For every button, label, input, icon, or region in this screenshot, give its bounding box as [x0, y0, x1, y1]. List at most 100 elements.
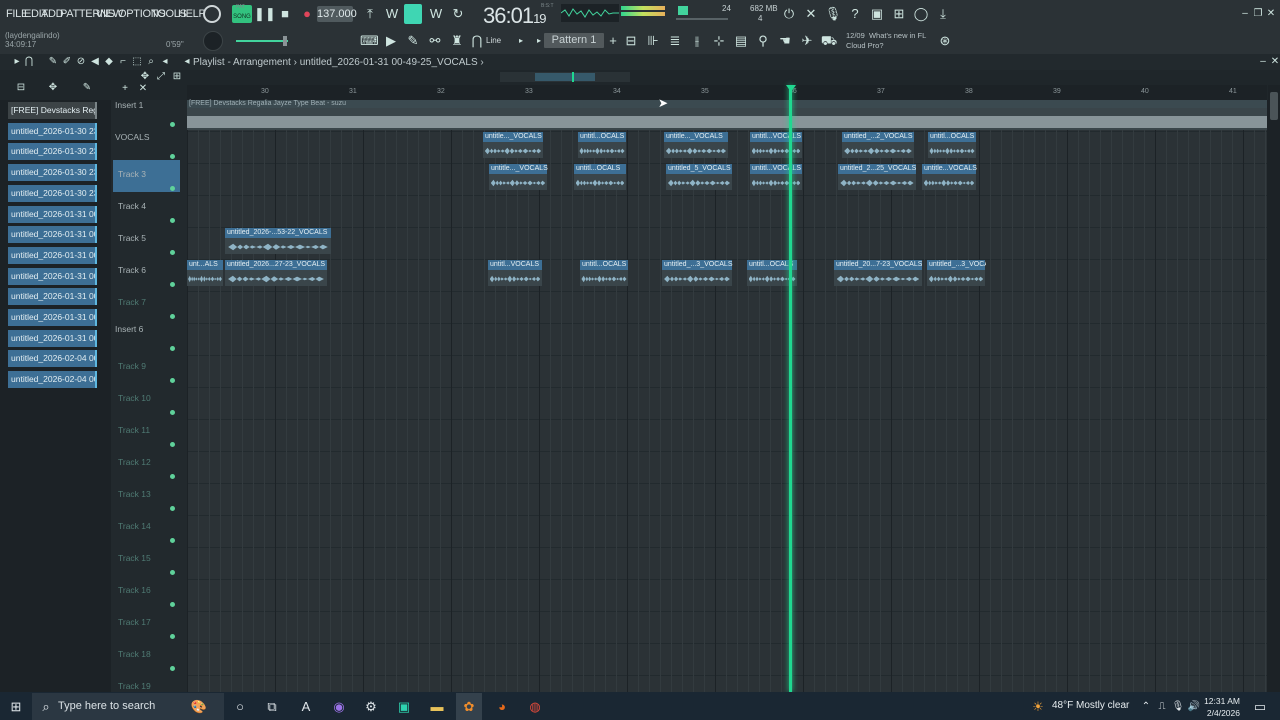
- audio-clip[interactable]: untitl...OCALS: [928, 132, 976, 158]
- remove-track-icon[interactable]: ✕: [134, 80, 152, 98]
- firefox-icon[interactable]: ◕: [494, 699, 510, 715]
- weather-text[interactable]: 48°F Mostly clear: [1052, 700, 1129, 711]
- audio-clip[interactable]: untitled_5_VOCALS: [666, 164, 732, 190]
- track-name[interactable]: Track 7: [118, 297, 146, 307]
- browser-item[interactable]: untitled_2026-01-31 00-...: [8, 309, 97, 326]
- track-mute-led[interactable]: [170, 218, 175, 223]
- audio-clip[interactable]: untitl...OCALS: [574, 164, 626, 190]
- audio-clip[interactable]: untitle..._VOCALS: [664, 132, 728, 158]
- track-name[interactable]: Track 4: [118, 201, 146, 211]
- plug-icon[interactable]: ⚲: [754, 32, 772, 50]
- track-name[interactable]: Track 19: [118, 681, 151, 691]
- add-pattern-icon[interactable]: +: [604, 32, 622, 50]
- slider-handle[interactable]: [283, 36, 287, 46]
- track-name[interactable]: Track 15: [118, 553, 151, 563]
- metronome-dial-icon[interactable]: [203, 5, 221, 23]
- file-explorer-icon[interactable]: ▬: [429, 699, 445, 715]
- windows-start-icon[interactable]: ⊞: [8, 699, 24, 715]
- midi-icon[interactable]: ⊞: [890, 5, 908, 23]
- magnet-icon[interactable]: ⋂: [468, 32, 486, 50]
- browser-item[interactable]: untitled_2026-01-31 00-...: [8, 205, 97, 223]
- cart-icon[interactable]: ⛟: [820, 32, 838, 50]
- playlist-close-icon[interactable]: ✕: [1266, 53, 1280, 71]
- audio-clip[interactable]: untitle..._VOCALS: [483, 132, 543, 158]
- fl-studio-icon[interactable]: ✿: [461, 699, 477, 715]
- audio-clip[interactable]: untitled_2...25_VOCALS: [838, 164, 916, 190]
- browser-item[interactable]: untitled_2026-01-31 00-...: [8, 267, 97, 285]
- browser-item[interactable]: untitled_2026-01-31 00-...: [8, 329, 97, 347]
- master-pitch-slider[interactable]: [236, 40, 288, 42]
- track-lane[interactable]: [187, 516, 1267, 548]
- browser-item[interactable]: untitled_2026-01-30 23-...: [8, 164, 97, 182]
- bird-icon[interactable]: ✈: [798, 32, 816, 50]
- channel-rack-icon[interactable]: ⊪: [644, 32, 662, 50]
- browser-item[interactable]: untitled_2026-01-31 00-...: [8, 246, 97, 264]
- track-mute-led[interactable]: [170, 282, 175, 287]
- overview-thumb[interactable]: [535, 73, 595, 81]
- close-window-icon[interactable]: ✕: [1262, 5, 1280, 23]
- loop-record-icon[interactable]: ↻: [449, 5, 467, 23]
- snap-arrow-icon[interactable]: ▸: [512, 32, 530, 50]
- audio-clip[interactable]: untitle..._VOCALS: [489, 164, 548, 190]
- audio-clip[interactable]: untitl...VOCALS: [750, 132, 802, 158]
- playhead[interactable]: [789, 85, 792, 692]
- record-icon[interactable]: ●: [298, 5, 316, 23]
- track-mute-led[interactable]: [170, 570, 175, 575]
- track-lane[interactable]: [187, 292, 1267, 324]
- tempo-display[interactable]: 137.000: [317, 6, 357, 22]
- audio-clip[interactable]: untitl...OCALS: [580, 260, 628, 286]
- browser-toggle-icon[interactable]: ⊟: [12, 79, 30, 97]
- app-teal-icon[interactable]: ▣: [396, 699, 412, 715]
- snap-selector[interactable]: Line: [486, 36, 501, 45]
- track-mute-led[interactable]: [170, 378, 175, 383]
- track-lane[interactable]: [187, 612, 1267, 644]
- chat-icon[interactable]: ◯: [912, 5, 930, 23]
- vertical-scroll-thumb[interactable]: [1270, 92, 1278, 120]
- add-track-icon[interactable]: +: [116, 80, 134, 98]
- playlist-icon[interactable]: ⊟: [622, 32, 640, 50]
- paint-icon[interactable]: ✎: [404, 32, 422, 50]
- pause-icon[interactable]: ❚❚: [254, 5, 276, 23]
- step-edit-icon[interactable]: W: [383, 5, 401, 23]
- track-name[interactable]: Track 18: [118, 649, 151, 659]
- audio-clip[interactable]: untitl...VOCALS: [488, 260, 542, 286]
- discord-icon[interactable]: ◉: [331, 699, 347, 715]
- track-lane[interactable]: [187, 676, 1267, 692]
- track-lane[interactable]: [187, 228, 1267, 260]
- track-mute-led[interactable]: [170, 666, 175, 671]
- piano-roll-icon[interactable]: ⌨: [360, 32, 379, 50]
- track-name[interactable]: Track 12: [118, 457, 151, 467]
- track-mute-led[interactable]: [170, 346, 175, 351]
- mic-tray-icon[interactable]: 🎙: [1170, 699, 1186, 715]
- countdown-toggle[interactable]: [404, 4, 422, 24]
- menu-help[interactable]: HELP: [178, 8, 206, 20]
- track-mute-led[interactable]: [170, 410, 175, 415]
- track-lane[interactable]: [187, 388, 1267, 420]
- track-name[interactable]: Track 3: [118, 169, 146, 179]
- task-view-icon[interactable]: ⧉: [264, 699, 280, 715]
- mixer-icon[interactable]: ≣: [666, 32, 684, 50]
- microphone-icon[interactable]: 🎙: [824, 5, 842, 23]
- blend-notes-icon[interactable]: W: [427, 5, 445, 23]
- audio-clip[interactable]: untitl...VOCALS: [750, 164, 802, 190]
- track-mute-led[interactable]: [170, 602, 175, 607]
- taskbar-clock[interactable]: 12:31 AM 2/4/2026: [1200, 695, 1240, 719]
- track-lane[interactable]: [187, 580, 1267, 612]
- track-lane[interactable]: [187, 196, 1267, 228]
- track-mute-led[interactable]: [170, 442, 175, 447]
- track-mute-led[interactable]: [170, 634, 175, 639]
- pl-magnet-icon[interactable]: ⋂: [20, 53, 38, 71]
- audio-clip[interactable]: untitle...VOCALS: [922, 164, 977, 190]
- audio-clip[interactable]: untitled_...3_VOCALS: [927, 260, 986, 286]
- browser-item[interactable]: untitled_2026-01-30 23-...: [8, 122, 97, 140]
- master-volume-knob[interactable]: [203, 31, 223, 51]
- audio-clip[interactable]: untitled_2026-...53-22_VOCALS: [225, 228, 331, 254]
- track-name[interactable]: Track 10: [118, 393, 151, 403]
- track-mute-led[interactable]: [170, 506, 175, 511]
- notification-icon[interactable]: ▭: [1252, 699, 1268, 715]
- tools-icon[interactable]: ✕: [802, 5, 820, 23]
- faders-icon[interactable]: ⫲: [688, 32, 706, 50]
- track-mute-led[interactable]: [170, 314, 175, 319]
- chrome-icon[interactable]: ◍: [527, 699, 543, 715]
- app-a-icon[interactable]: A: [298, 699, 314, 715]
